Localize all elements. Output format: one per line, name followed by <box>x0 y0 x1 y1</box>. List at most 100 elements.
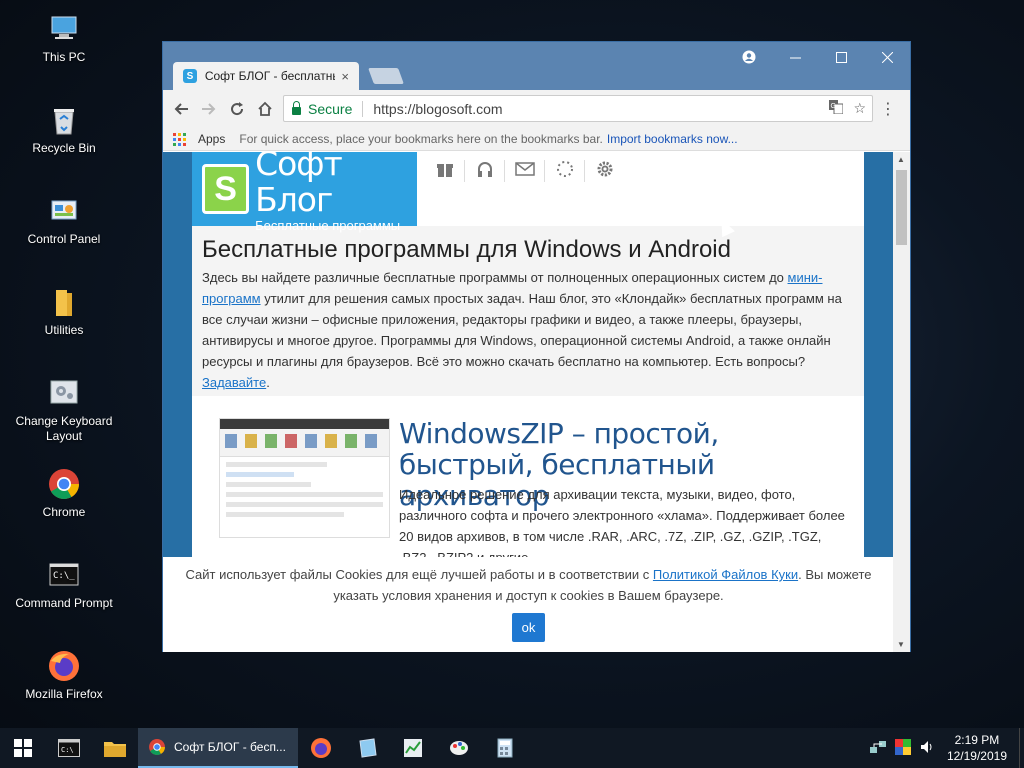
cookie-text: Сайт использует файлы Cookies для ещё лу… <box>185 567 872 603</box>
scroll-up-icon[interactable]: ▲ <box>897 155 905 164</box>
import-bookmarks-link[interactable]: Import bookmarks now... <box>607 132 738 146</box>
chrome-menu-icon[interactable]: ⋮ <box>880 99 896 119</box>
desktop-icon-label: Utilities <box>44 323 84 337</box>
network-icon[interactable] <box>869 739 887 758</box>
intro-heading: Бесплатные программы для Windows и Andro… <box>202 236 731 263</box>
taskbar-calculator[interactable] <box>482 728 528 768</box>
minimize-button[interactable] <box>772 42 818 72</box>
intro-section: Бесплатные программы для Windows и Andro… <box>192 226 864 396</box>
profile-icon[interactable] <box>726 42 772 72</box>
secure-indicator[interactable]: Secure <box>284 100 353 117</box>
clock[interactable]: 2:19 PM 12/19/2019 <box>937 732 1019 764</box>
system-tray: 2:19 PM 12/19/2019 <box>869 728 1024 768</box>
taskbar-notepad[interactable] <box>344 728 390 768</box>
cookie-policy-link[interactable]: Политикой Файлов Куки <box>653 567 798 582</box>
bookmark-star-icon[interactable]: ☆ <box>853 100 866 117</box>
folder-icon <box>104 742 126 757</box>
gift-icon[interactable] <box>425 160 465 182</box>
firefox-icon <box>47 649 81 683</box>
title-bar: S Софт БЛОГ - бесплатные × <box>163 42 910 90</box>
home-button[interactable] <box>251 95 279 123</box>
logo-title: Софт Блог <box>255 152 343 219</box>
calculator-icon <box>497 738 513 758</box>
apps-shortcut[interactable]: Apps <box>198 132 225 146</box>
tab-title: Софт БЛОГ - бесплатные <box>204 69 336 83</box>
taskbar-chrome-window[interactable]: Софт БЛОГ - бесп... <box>138 728 298 768</box>
secure-label: Secure <box>308 100 353 117</box>
desktop-icon-label: Command Prompt <box>15 596 113 610</box>
desktop-icon-recycle-bin[interactable]: Recycle Bin <box>8 97 120 181</box>
browser-window: S Софт БЛОГ - бесплатные × Secure https:… <box>162 41 911 652</box>
reload-button[interactable] <box>223 95 251 123</box>
page-viewport: S Софт Блог Бесплатные программы Бесплат… <box>163 152 894 652</box>
scroll-down-icon[interactable]: ▼ <box>897 640 905 649</box>
reload-icon <box>231 102 244 116</box>
taskbar-file-explorer[interactable] <box>92 728 138 768</box>
address-divider <box>362 100 364 117</box>
show-desktop-button[interactable] <box>1019 728 1024 768</box>
mail-icon[interactable] <box>505 160 545 182</box>
ask-questions-link[interactable]: Задавайте <box>202 375 266 390</box>
desktop-icon-label: Change Keyboard Layout <box>15 414 113 443</box>
desktop-icon-chrome[interactable]: Chrome <box>8 461 120 545</box>
site-logo[interactable]: S Софт Блог Бесплатные программы <box>192 152 417 233</box>
recycle-bin-icon <box>47 103 81 137</box>
back-button[interactable] <box>167 95 195 123</box>
volume-icon[interactable] <box>919 739 935 758</box>
desktop-icon-label: This PC <box>42 50 86 64</box>
browser-tab[interactable]: S Софт БЛОГ - бесплатные × <box>173 62 359 90</box>
desktop-icon-control-panel[interactable]: Control Panel <box>8 188 120 272</box>
cookie-ok-button[interactable]: ok <box>511 613 546 642</box>
home-icon <box>258 101 272 116</box>
site-favicon-icon: S <box>183 69 197 83</box>
folder-icon <box>47 285 81 319</box>
taskbar-task-manager[interactable] <box>390 728 436 768</box>
windows-logo-icon <box>14 739 32 757</box>
tab-close-icon[interactable]: × <box>341 69 349 84</box>
logo-subtitle: Бесплатные программы <box>255 217 401 233</box>
url-text[interactable]: https://blogosoft.com <box>373 101 502 117</box>
page-scrollbar[interactable]: ▲ ▼ <box>893 152 910 652</box>
address-bar[interactable]: Secure https://blogosoft.com G ☆ <box>283 95 873 122</box>
display-color-icon[interactable] <box>894 738 911 758</box>
header-icons <box>425 160 625 182</box>
chrome-icon <box>47 467 81 501</box>
loading-spinner-icon[interactable] <box>545 160 585 182</box>
translate-icon[interactable]: G <box>829 100 844 117</box>
headphones-icon[interactable] <box>465 160 505 182</box>
intro-text: Здесь вы найдете различные бесплатные пр… <box>202 270 842 390</box>
forward-button[interactable] <box>195 95 223 123</box>
desktop-icon-change-keyboard-layout[interactable]: Change Keyboard Layout <box>8 370 120 454</box>
desktop-icon-label: Chrome <box>42 505 86 519</box>
computer-icon <box>47 12 81 46</box>
svg-text:C:\_: C:\_ <box>53 571 75 581</box>
scroll-thumb[interactable] <box>896 170 907 245</box>
lock-icon <box>292 100 301 115</box>
desktop-icon-mozilla-firefox[interactable]: Mozilla Firefox <box>8 643 120 727</box>
desktop-icon-command-prompt[interactable]: C:\_ Command Prompt <box>8 552 120 636</box>
taskbar-command-prompt[interactable]: C:\ <box>46 728 92 768</box>
gear-icon[interactable] <box>585 160 625 182</box>
site-header: S Софт Блог Бесплатные программы <box>192 152 864 233</box>
start-button[interactable] <box>0 728 46 768</box>
article-thumbnail[interactable] <box>219 418 390 538</box>
control-panel-icon <box>47 194 81 228</box>
firefox-icon <box>311 738 331 758</box>
close-window-button[interactable] <box>864 42 910 72</box>
back-arrow-icon <box>174 103 188 115</box>
logo-s-icon: S <box>202 164 250 214</box>
taskbar-paint[interactable] <box>436 728 482 768</box>
command-prompt-icon: C:\_ <box>47 558 81 592</box>
svg-text:C:\: C:\ <box>61 746 74 754</box>
maximize-button[interactable] <box>818 42 864 72</box>
apps-grid-icon[interactable] <box>173 132 186 146</box>
desktop-icon-utilities[interactable]: Utilities <box>8 279 120 363</box>
desktop-icon-label: Control Panel <box>27 232 101 246</box>
notepad-icon <box>359 738 377 758</box>
new-tab-button[interactable] <box>368 68 404 84</box>
desktop-icon-this-pc[interactable]: This PC <box>8 6 120 90</box>
forward-arrow-icon <box>202 103 216 115</box>
taskbar-firefox[interactable] <box>298 728 344 768</box>
chrome-icon <box>149 739 165 755</box>
bookmarks-hint: For quick access, place your bookmarks h… <box>239 132 603 146</box>
